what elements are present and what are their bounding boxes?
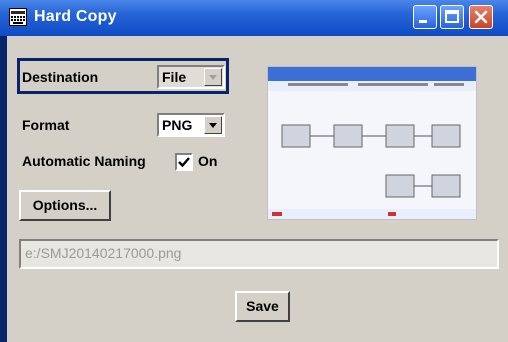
automatic-naming-checkbox[interactable] (175, 153, 193, 171)
save-button[interactable]: Save (235, 291, 290, 322)
dialog-body: Destination File Format PNG Automatic Na… (7, 36, 508, 342)
keyboard-app-icon (9, 8, 27, 26)
chevron-down-icon (204, 116, 222, 134)
hard-copy-dialog: Hard Copy Destination File Format PNG Au… (0, 0, 508, 342)
checkmark-icon (178, 157, 190, 168)
minimize-button[interactable] (413, 5, 437, 29)
maximize-button[interactable] (440, 5, 464, 29)
close-button[interactable] (469, 5, 493, 29)
format-value: PNG (162, 117, 193, 133)
format-select[interactable]: PNG (157, 113, 225, 137)
minimize-icon (419, 20, 427, 23)
automatic-naming-state: On (198, 153, 218, 169)
close-icon (474, 10, 488, 24)
hard-copy-preview-image (267, 66, 477, 220)
destination-select[interactable]: File (157, 65, 225, 89)
automatic-naming-label: Automatic Naming (22, 153, 146, 169)
maximize-icon (445, 10, 459, 23)
title-bar[interactable]: Hard Copy (0, 0, 508, 36)
destination-label: Destination (22, 69, 99, 85)
window-title: Hard Copy (34, 8, 117, 25)
file-path-field[interactable]: e:/SMJ20140217000.png (19, 239, 499, 269)
chevron-down-icon (204, 68, 222, 86)
options-button[interactable]: Options... (19, 190, 111, 221)
format-label: Format (22, 117, 70, 133)
destination-value: File (162, 69, 187, 85)
